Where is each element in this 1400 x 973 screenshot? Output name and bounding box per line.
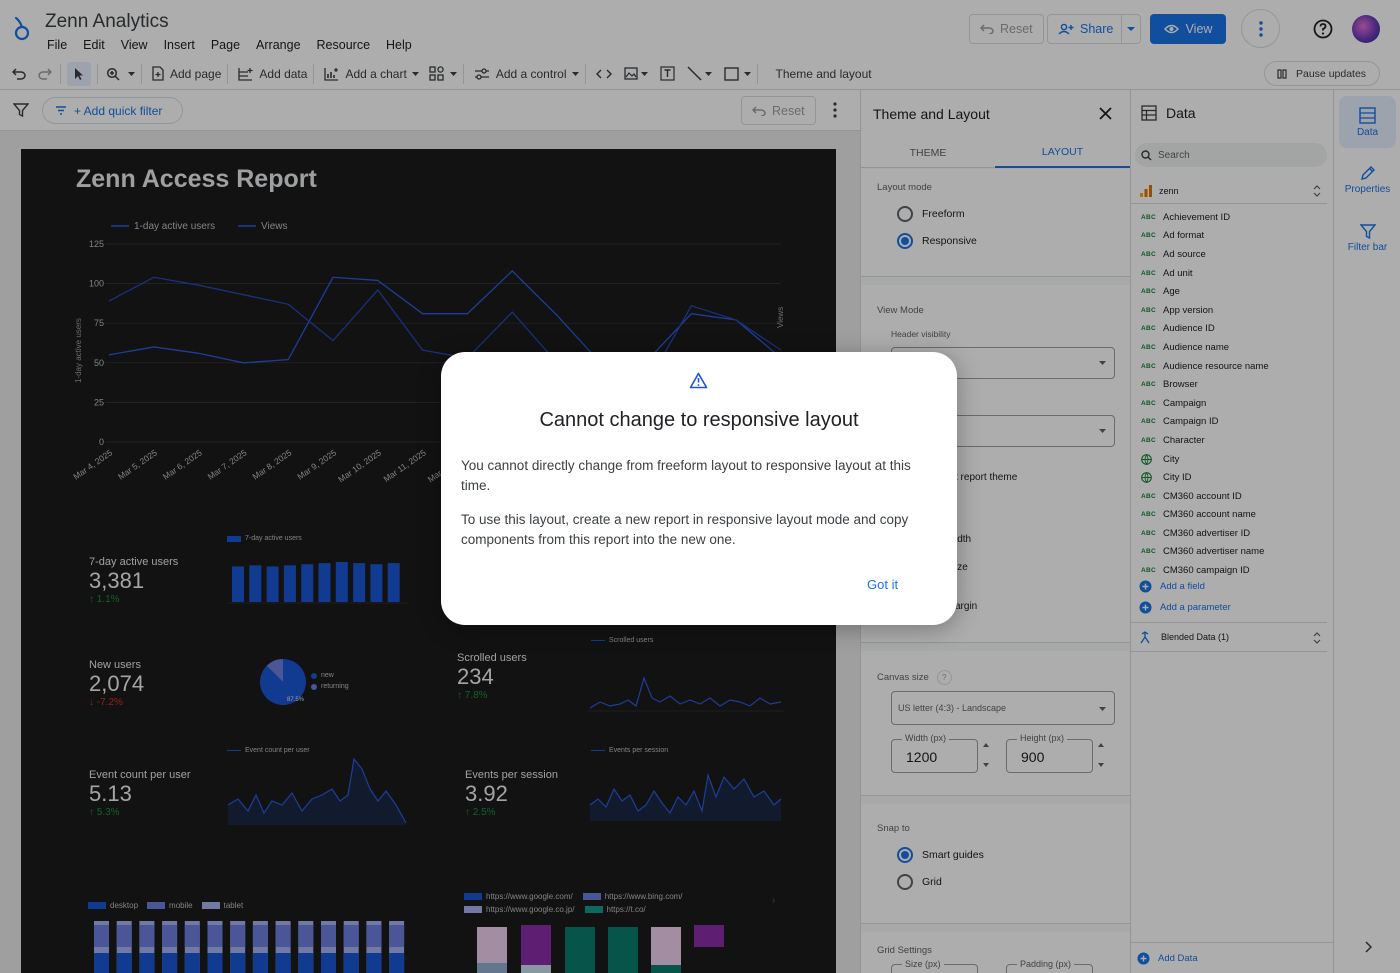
got-it-button[interactable]: Got it <box>867 577 898 592</box>
dialog-title: Cannot change to responsive layout <box>539 409 859 431</box>
error-dialog: Cannot change to responsive layout You c… <box>441 352 957 625</box>
dialog-message-1: You cannot directly change from freeform… <box>461 458 911 493</box>
dialog-message-2: To use this layout, create a new report … <box>461 512 909 547</box>
warning-icon <box>689 372 708 389</box>
